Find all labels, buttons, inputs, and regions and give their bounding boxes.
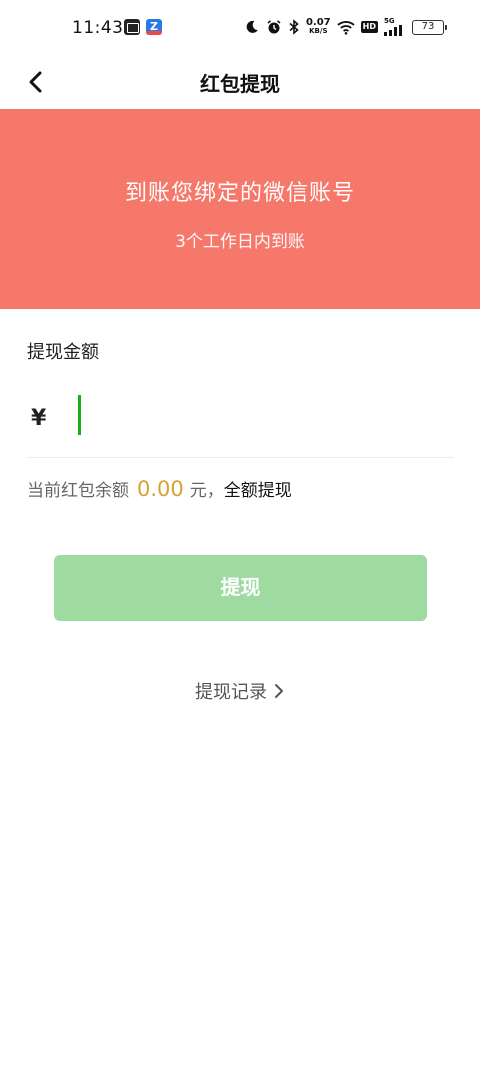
network-speed-value: 0.07 (305, 17, 331, 28)
hd-badge: HD (360, 21, 378, 33)
info-banner: 到账您绑定的微信账号 3个工作日内到账 (0, 109, 480, 309)
amount-input[interactable] (79, 394, 449, 436)
page-title: 红包提现 (200, 72, 280, 96)
balance-unit: 元， (189, 481, 224, 501)
currency-symbol: ¥ (31, 406, 47, 431)
network-speed: 0.07 KB/S (306, 18, 331, 36)
nav-bar: 红包提现 (0, 56, 480, 108)
balance-value: 0.00 (137, 477, 184, 501)
status-app-icons: Z (124, 19, 162, 35)
battery-icon: 73 (412, 19, 447, 35)
app-notification-icon (124, 19, 140, 35)
withdraw-all-link[interactable]: 全额提现 (224, 476, 292, 501)
chevron-right-icon (275, 684, 283, 698)
wifi-icon (337, 19, 355, 35)
banner-title: 到账您绑定的微信账号 (124, 181, 355, 206)
app-z-icon: Z (146, 19, 162, 35)
balance-row: 当前红包余额 0.00 元， 全额提现 (27, 476, 292, 501)
signal-icon: 5G (384, 18, 402, 36)
status-time: 11:43 (72, 18, 124, 38)
moon-icon (244, 19, 260, 35)
banner-subtitle: 3个工作日内到账 (175, 232, 305, 252)
withdraw-records-link[interactable]: 提现记录 (0, 678, 480, 704)
balance-prefix: 当前红包余额 (27, 481, 129, 501)
signal-label: 5G (384, 17, 395, 25)
status-indicators: 0.07 KB/S HD 5G 73 (244, 16, 447, 38)
withdraw-records-label: 提现记录 (195, 682, 267, 703)
bluetooth-icon (288, 19, 300, 35)
status-bar: 11:43 Z 0.07 KB/S HD 5G 73 (0, 0, 480, 56)
network-speed-unit: KB/S (309, 27, 328, 35)
alarm-icon (266, 19, 282, 35)
amount-label: 提现金额 (27, 342, 99, 363)
withdraw-button[interactable]: 提现 (54, 555, 427, 621)
amount-input-row: ¥ (27, 390, 454, 458)
